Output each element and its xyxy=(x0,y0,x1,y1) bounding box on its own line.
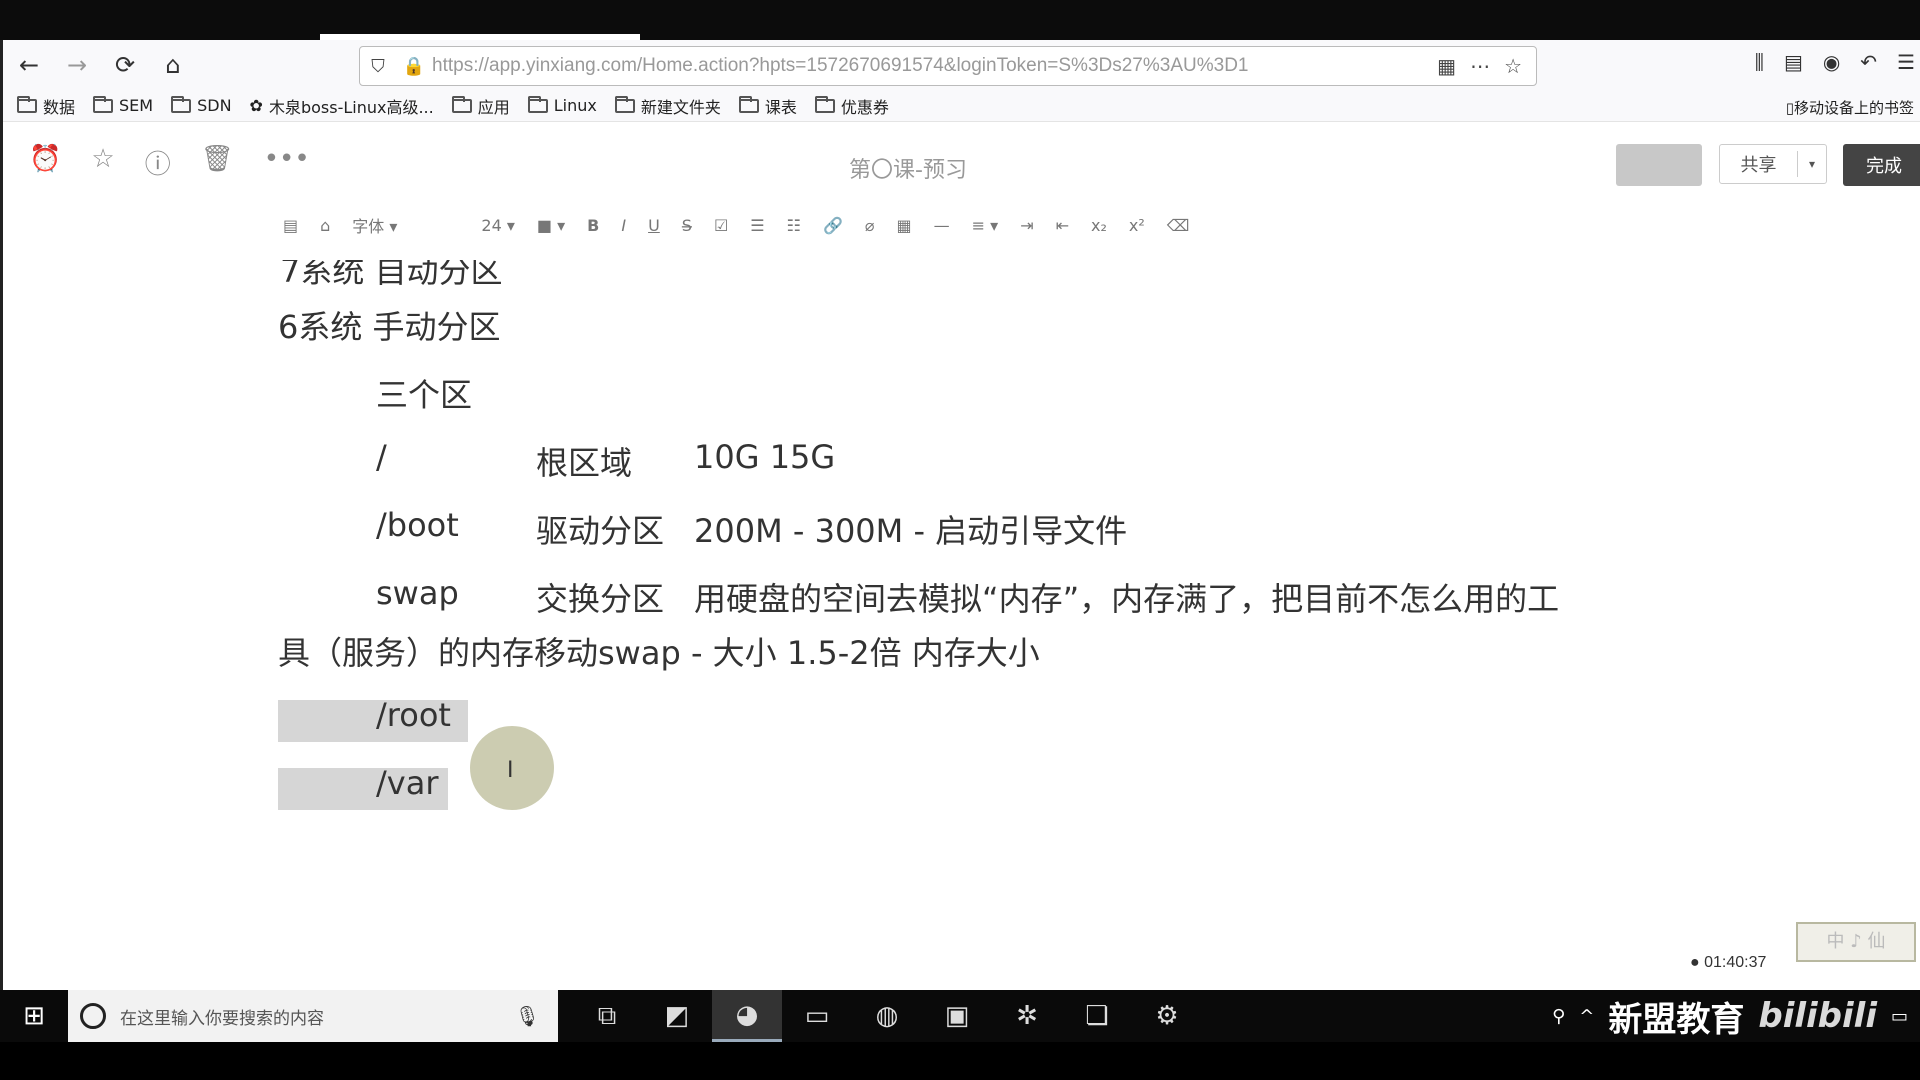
bookmark-item[interactable]: 应用 xyxy=(451,94,510,118)
windows-start-icon[interactable]: ⊞ xyxy=(0,990,68,1042)
done-button[interactable]: 完成 xyxy=(1843,144,1920,186)
star-icon[interactable]: ☆ xyxy=(1504,54,1522,79)
bookmarks-bar: 数据 SEM SDN ✿ 木泉boss-Linux高级... 应用 Linux 新… xyxy=(3,90,1920,122)
forward-icon[interactable]: → xyxy=(55,43,99,87)
doc-line: 具（服务）的内存移动swap - 大小 1.5-2倍 内存大小 xyxy=(278,634,1040,672)
notification-icon[interactable]: ▭ xyxy=(1891,1006,1908,1027)
doc-line: /root xyxy=(376,696,451,734)
bookmark-item[interactable]: 优惠券 xyxy=(814,94,889,118)
bookmark-item[interactable]: 课表 xyxy=(738,94,797,118)
folder-icon xyxy=(527,95,548,113)
site-icon: ✿ xyxy=(249,96,263,115)
task-view-icon[interactable]: ⧉ xyxy=(572,990,642,1042)
folder-icon xyxy=(171,95,192,113)
bottom-black-bar xyxy=(0,1042,1920,1080)
doc-line: 用硬盘的空间去模拟“内存”，内存满了，把目前不怎么用的工 xyxy=(694,580,1560,618)
bookmark-item[interactable]: ✿ 木泉boss-Linux高级... xyxy=(250,94,434,118)
doc-line: 10G 15G xyxy=(694,438,836,476)
screen: ← → ⟳ ⌂ ⛉ 🔒 https://app.yinxiang.com/Hom… xyxy=(0,0,1920,1080)
app-icon[interactable]: ◩ xyxy=(642,990,712,1042)
taskbar-search[interactable]: 在这里输入你要搜索的内容 🎙 xyxy=(68,990,558,1042)
menu-icon[interactable]: ☰ xyxy=(1897,50,1915,74)
chat-icon[interactable]: ▣ xyxy=(922,990,992,1042)
bookmark-item[interactable]: SDN xyxy=(171,95,232,115)
bilibili-logo: bilibili xyxy=(1758,996,1877,1036)
browser-tab-strip xyxy=(0,0,1920,40)
folder-icon xyxy=(93,95,114,113)
library-icon[interactable]: ⫼ xyxy=(1755,50,1764,74)
doc-line: 7系统 自动分区 xyxy=(280,252,503,290)
doc-line: / xyxy=(376,438,387,476)
folder-icon xyxy=(814,95,835,113)
recording-timer: ● 01:40:37 xyxy=(1690,954,1767,971)
folder-icon xyxy=(17,95,37,113)
bookmark-item[interactable]: 数据 xyxy=(17,94,75,118)
workchat-button[interactable] xyxy=(1616,144,1702,186)
chevron-up-icon[interactable]: ^ xyxy=(1579,1006,1594,1027)
folder-icon xyxy=(614,95,635,113)
search-placeholder: 在这里输入你要搜索的内容 xyxy=(120,1008,324,1029)
bookmark-item[interactable]: SEM xyxy=(93,95,153,115)
doc-line: 200M - 300M - 启动引导文件 xyxy=(694,512,1128,550)
system-tray: ⚲ ^ 新盟教育 bilibili ▭ xyxy=(1552,990,1920,1042)
folder-icon xyxy=(451,95,472,113)
brand-watermark: 新盟教育 xyxy=(1608,999,1745,1040)
shield-icon[interactable]: ⛉ xyxy=(360,56,396,77)
doc-line: 交换分区 xyxy=(536,580,665,618)
back-icon[interactable]: ← xyxy=(7,43,51,87)
chevron-down-icon[interactable]: ▾ xyxy=(1798,157,1826,171)
sidebar-icon[interactable]: ▤ xyxy=(1784,50,1803,74)
taskbar: ⊞ 在这里输入你要搜索的内容 🎙 ⧉ ◩ ◕ ▭ ◍ ▣ ✲ ❏ ⚙ ⚲ ^ 新… xyxy=(0,990,1920,1042)
reload-icon[interactable]: ⟳ xyxy=(103,43,147,87)
folder-icon xyxy=(738,95,759,113)
mobile-bookmarks[interactable]: ▯移动设备上的书签 xyxy=(1786,97,1914,118)
qq-icon[interactable]: ◍ xyxy=(852,990,922,1042)
people-icon[interactable]: ⚲ xyxy=(1552,1006,1565,1027)
more-icon[interactable]: ⋯ xyxy=(1470,54,1490,79)
qr-icon[interactable]: ▦ xyxy=(1437,54,1456,79)
nav-toolbar: ← → ⟳ ⌂ ⛉ 🔒 https://app.yinxiang.com/Hom… xyxy=(3,40,1920,90)
mobile-icon: ▯ xyxy=(1785,99,1794,117)
share-button[interactable]: 共享 ▾ xyxy=(1719,144,1827,184)
share-label: 共享 xyxy=(1720,151,1798,177)
doc-line: 根区域 xyxy=(536,444,633,482)
settings-gear-icon[interactable]: ⚙ xyxy=(1132,990,1202,1042)
note-toolbar: ⏰ ☆ ⓘ 🗑 ••• 第〇课-预习 共享 ▾ 完成 xyxy=(3,122,1920,198)
watermark-box: 中 ♪ 仙 xyxy=(1796,922,1916,962)
microphone-icon[interactable]: 🎙 xyxy=(515,1004,540,1028)
firefox-icon[interactable]: ◕ xyxy=(712,990,782,1042)
doc-line: /var xyxy=(376,764,439,802)
doc-line: 6系统 手动分区 xyxy=(278,308,501,346)
file-explorer-icon[interactable]: ▭ xyxy=(782,990,852,1042)
text-cursor-icon: I xyxy=(507,758,514,783)
account-icon[interactable]: ◉ xyxy=(1823,50,1840,74)
network-app-icon[interactable]: ✲ xyxy=(992,990,1062,1042)
doc-title: 第〇课-预习 xyxy=(849,158,967,183)
doc-line: swap xyxy=(376,574,459,612)
cortana-icon[interactable] xyxy=(80,1003,106,1029)
bookmark-item[interactable]: 新建文件夹 xyxy=(614,94,721,118)
vm-icon[interactable]: ❏ xyxy=(1062,990,1132,1042)
doc-line: /boot xyxy=(376,506,459,544)
note-editor[interactable]: 7系统 自动分区 6系统 手动分区 三个区 / 根区域 10G 15G /boo… xyxy=(0,200,1920,930)
undo-icon[interactable]: ↶ xyxy=(1860,50,1877,74)
url-text[interactable]: https://app.yinxiang.com/Home.action?hpt… xyxy=(432,55,1437,77)
bookmark-item[interactable]: Linux xyxy=(527,95,597,115)
home-icon[interactable]: ⌂ xyxy=(151,43,195,87)
url-bar[interactable]: ⛉ 🔒 https://app.yinxiang.com/Home.action… xyxy=(359,46,1537,86)
doc-line: 三个区 xyxy=(376,376,473,414)
lock-icon[interactable]: 🔒 xyxy=(396,56,432,77)
doc-line: 驱动分区 xyxy=(536,512,665,550)
